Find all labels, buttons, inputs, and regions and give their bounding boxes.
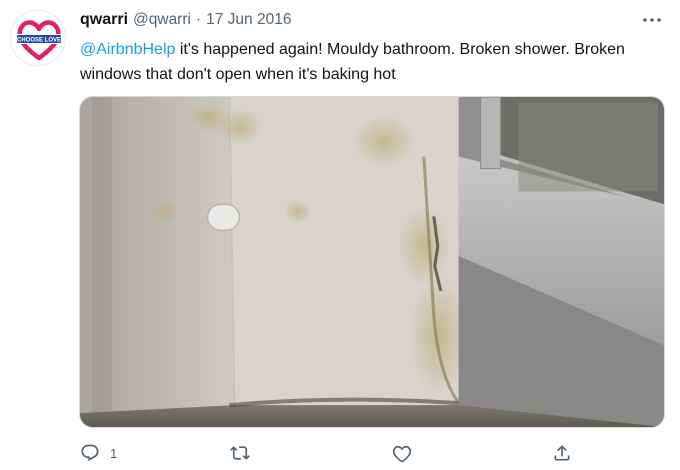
heart-logo-icon: CHOOSE LOVE	[16, 20, 62, 61]
more-options-icon	[643, 18, 661, 22]
display-name[interactable]: qwarri	[80, 11, 128, 29]
more-options-button[interactable]	[640, 10, 664, 30]
like-button[interactable]	[392, 440, 412, 466]
retweet-button[interactable]	[230, 440, 250, 466]
share-button[interactable]	[552, 440, 572, 466]
tweet[interactable]: CHOOSE LOVE qwarri @qwarri · 17 Jun 2016…	[0, 0, 680, 470]
tweet-text: @AirbnbHelp it's happened again! Mouldy …	[80, 37, 660, 87]
reply-count: 1	[110, 445, 118, 461]
retweet-icon	[230, 446, 250, 460]
tweet-date[interactable]: 17 Jun 2016	[206, 11, 291, 29]
reply-button[interactable]: 1	[80, 440, 117, 466]
separator-dot: ·	[195, 11, 202, 28]
tweet-header: qwarri @qwarri · 17 Jun 2016	[80, 11, 291, 33]
tweet-actions: 1	[80, 440, 580, 466]
reply-icon	[81, 444, 99, 462]
avatar-text: CHOOSE LOVE	[17, 38, 61, 44]
tweet-photo[interactable]	[79, 96, 665, 428]
mention-link[interactable]: @AirbnbHelp	[80, 41, 175, 58]
avatar[interactable]: CHOOSE LOVE	[10, 10, 66, 66]
mouldy-bathroom-photo	[80, 97, 664, 427]
share-icon	[554, 445, 570, 461]
heart-icon	[392, 445, 412, 463]
user-handle[interactable]: @qwarri	[133, 11, 191, 29]
